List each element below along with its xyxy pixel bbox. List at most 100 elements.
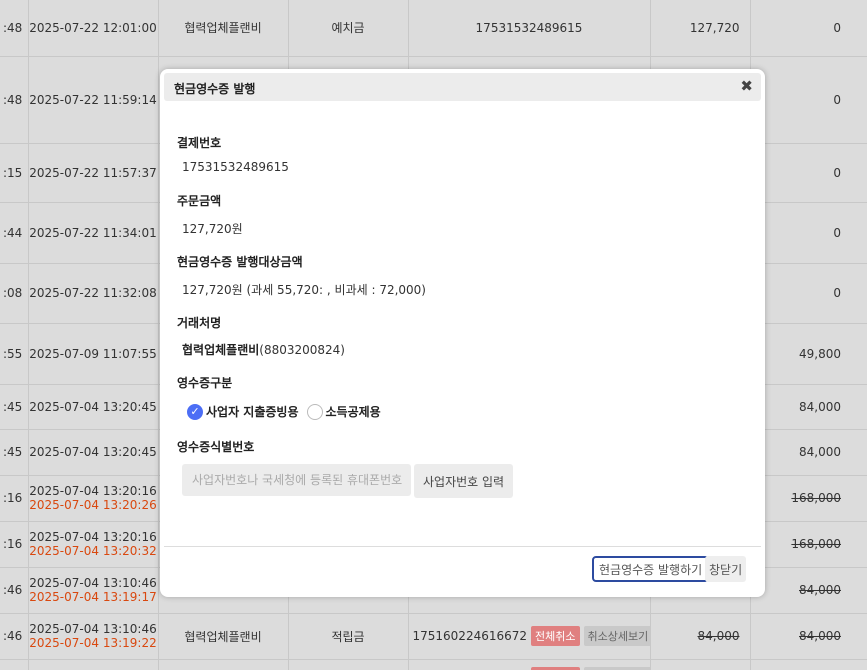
business-expense-label[interactable]: 사업자 지출증빙용 bbox=[206, 403, 299, 420]
vendor-value: 협력업체플랜비(8803200824) bbox=[182, 341, 345, 358]
type-cell: 적립금 bbox=[288, 613, 409, 660]
type-cell: 예치금 bbox=[288, 0, 409, 57]
datetime-cell: 2025-07-04 13:10:46 2025-07-04 13:19:22 bbox=[28, 613, 159, 660]
payment-number: 175160224616672 bbox=[412, 629, 528, 643]
datetime-cell: 2025-07-22 11:59:14 bbox=[28, 56, 159, 144]
time-cell: :46 bbox=[0, 567, 29, 614]
cancel-detail-button[interactable]: 취소상세보기 bbox=[583, 666, 649, 670]
datetime-cell: 2025-07-04 13:20:45 bbox=[28, 384, 159, 430]
payno-cell: 175160208525581전체취소취소상세보기 bbox=[408, 659, 651, 670]
datetime-cell: 2025-07-04 13:20:16 2025-07-04 13:20:32 bbox=[28, 521, 159, 568]
balance-cell: 84,000 bbox=[750, 429, 867, 476]
balance-cell: 0 bbox=[750, 0, 867, 57]
cancel-detail-button[interactable]: 취소상세보기 bbox=[583, 626, 649, 646]
vendor-cell: 협력업체플랜비 bbox=[158, 0, 289, 57]
business-expense-radio[interactable]: ✓ bbox=[187, 403, 203, 420]
datetime-cell: 2025-07-04 13:20:45 bbox=[28, 429, 159, 476]
business-number-button[interactable]: 사업자번호 입력 bbox=[414, 464, 514, 498]
cancel-datetime: 2025-07-04 13:19:17 bbox=[29, 590, 157, 604]
balance-cell: 168,000 bbox=[750, 475, 867, 522]
issue-receipt-button[interactable]: 현금영수증 발행하기 bbox=[592, 556, 710, 582]
datetime-cell: 2025-07-09 11:07:55 bbox=[28, 323, 159, 385]
modal-header: 현금영수증 발행 ✖ bbox=[164, 73, 761, 101]
type-cell: 예치금 bbox=[288, 659, 409, 670]
datetime-cell: 2025-07-22 11:57:37 bbox=[28, 143, 159, 203]
receipt-type-options: ✓ 사업자 지출증빙용 소득공제용 bbox=[187, 403, 389, 420]
payno-cell: 175160224616672 전체취소 취소상세보기 bbox=[408, 613, 651, 660]
balance-cell: 84,000 bbox=[750, 567, 867, 614]
time-cell: :44 bbox=[0, 202, 29, 264]
order-datetime: 2025-07-22 12:01:00 bbox=[29, 20, 157, 35]
amount-cell: 127,720 bbox=[650, 0, 751, 57]
close-icon[interactable]: ✖ bbox=[740, 77, 753, 95]
payment-number: 17531532489615 bbox=[475, 20, 583, 35]
time-cell: :08 bbox=[0, 263, 29, 324]
order-datetime: 2025-07-22 11:57:37 bbox=[29, 165, 157, 180]
receipt-type-label: 영수증구분 bbox=[177, 376, 233, 390]
time-cell: :16 bbox=[0, 475, 29, 522]
time-cell: :48 bbox=[0, 56, 29, 144]
balance-cell bbox=[750, 659, 867, 670]
balance-cell: 49,800 bbox=[750, 323, 867, 385]
order-datetime: 2025-07-04 13:20:16 bbox=[29, 484, 157, 498]
identifier-label: 영수증식별번호 bbox=[177, 440, 255, 454]
table-row: :46 2025-07-04 13:10:46 2025-07-04 13:19:2… bbox=[0, 613, 867, 660]
balance-cell: 0 bbox=[750, 143, 867, 203]
time-cell: :05 bbox=[0, 659, 29, 670]
target-amount-value: 127,720원 (과세 55,720: , 비과세 : 72,000) bbox=[182, 283, 426, 297]
payment-number-value: 17531532489615 bbox=[182, 160, 289, 174]
datetime-cell: 2025-07-04 13:20:16 2025-07-04 13:20:26 bbox=[28, 475, 159, 522]
vendor-name: 협력업체플랜비 bbox=[182, 343, 260, 357]
cash-receipt-modal: 현금영수증 발행 ✖ 결제번호 17531532489615 주문금액 127,… bbox=[160, 69, 765, 597]
target-amount-label: 현금영수증 발행대상금액 bbox=[177, 255, 303, 269]
time-cell: :45 bbox=[0, 384, 29, 430]
cancel-datetime: 2025-07-04 13:20:26 bbox=[29, 498, 157, 512]
order-amount-label: 주문금액 bbox=[177, 194, 222, 208]
income-deduction-label[interactable]: 소득공제용 bbox=[326, 403, 381, 420]
datetime-cell: 2025-07-04 13:08:05 bbox=[28, 659, 159, 670]
vendor-cell: 협력업체플랜비 bbox=[158, 613, 289, 660]
balance-cell: 84,000 bbox=[750, 384, 867, 430]
payno-cell: 17531532489615 bbox=[408, 0, 651, 57]
balance-cell: 0 bbox=[750, 56, 867, 144]
modal-title: 현금영수증 발행 bbox=[174, 82, 256, 96]
balance-cell: 168,000 bbox=[750, 521, 867, 568]
vendor-label: 거래처명 bbox=[177, 316, 222, 330]
balance-cell: 84,000 bbox=[750, 613, 867, 660]
income-deduction-radio[interactable] bbox=[306, 403, 323, 420]
amount-cell: 36,330 bbox=[650, 659, 751, 670]
identifier-input[interactable] bbox=[182, 464, 411, 496]
order-datetime: 2025-07-04 13:20:45 bbox=[29, 399, 157, 414]
order-datetime: 2025-07-09 11:07:55 bbox=[29, 346, 157, 361]
payment-number-label: 결제번호 bbox=[177, 136, 222, 150]
table-row: :052025-07-04 13:08:05테스트 거래처6예치금1751602… bbox=[0, 659, 867, 670]
time-cell: :48 bbox=[0, 0, 29, 57]
order-datetime: 2025-07-04 13:20:45 bbox=[29, 445, 157, 459]
order-datetime: 2025-07-04 13:20:16 bbox=[29, 530, 157, 544]
footer-divider bbox=[164, 546, 761, 547]
vendor-cell: 테스트 거래처6 bbox=[158, 659, 289, 670]
full-cancel-badge: 전체취소 bbox=[531, 626, 580, 646]
datetime-cell: 2025-07-22 12:01:00 bbox=[28, 0, 159, 57]
order-datetime: 2025-07-22 11:34:01 bbox=[29, 225, 157, 240]
datetime-cell: 2025-07-04 13:10:46 2025-07-04 13:19:17 bbox=[28, 567, 159, 614]
full-cancel-badge: 전체취소 bbox=[531, 666, 580, 670]
balance-cell: 0 bbox=[750, 263, 867, 324]
cancel-datetime: 2025-07-04 13:20:32 bbox=[29, 544, 157, 558]
balance-cell: 0 bbox=[750, 202, 867, 264]
time-cell: :15 bbox=[0, 143, 29, 203]
order-amount-value: 127,720원 bbox=[182, 222, 243, 236]
vendor-code: (8803200824) bbox=[259, 343, 345, 357]
amount-cell: 84,000 bbox=[650, 613, 751, 660]
time-cell: :16 bbox=[0, 521, 29, 568]
order-datetime: 2025-07-04 13:10:46 bbox=[29, 622, 157, 636]
order-datetime: 2025-07-04 13:10:46 bbox=[29, 576, 157, 590]
table-row: :48 2025-07-22 12:01:00 협력업체플랜비 예치금 17531532… bbox=[0, 0, 867, 57]
time-cell: :55 bbox=[0, 323, 29, 385]
cancel-datetime: 2025-07-04 13:19:22 bbox=[29, 636, 157, 650]
order-datetime: 2025-07-22 11:59:14 bbox=[29, 92, 157, 107]
datetime-cell: 2025-07-22 11:32:08 bbox=[28, 263, 159, 324]
close-window-button[interactable]: 창닫기 bbox=[705, 556, 747, 582]
time-cell: :45 bbox=[0, 429, 29, 476]
order-datetime: 2025-07-22 11:32:08 bbox=[29, 286, 157, 300]
